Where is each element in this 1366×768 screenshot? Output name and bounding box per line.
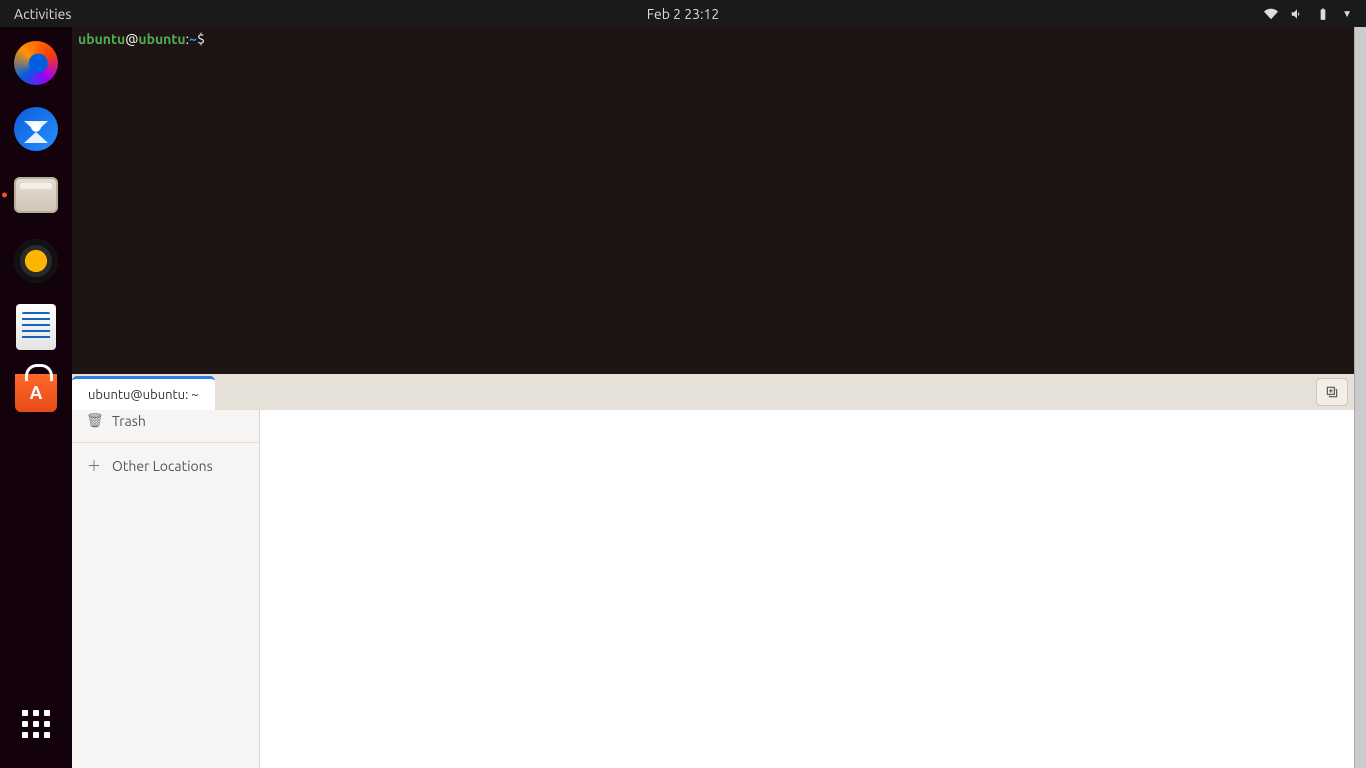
- sidebar-item-other[interactable]: ＋ Other Locations: [72, 447, 259, 485]
- window-scrollbar[interactable]: [1354, 27, 1366, 768]
- wifi-icon: [1264, 7, 1278, 21]
- dock-files[interactable]: [12, 171, 60, 219]
- dock-libreoffice-writer[interactable]: [12, 303, 60, 351]
- dock-ubuntu-software[interactable]: [12, 369, 60, 417]
- terminal-tab-active[interactable]: ubuntu@ubuntu: ~: [72, 376, 215, 410]
- trash-icon: 🗑: [86, 412, 102, 429]
- terminal-tab-label: ubuntu@ubuntu: ~: [88, 388, 199, 402]
- dock-firefox[interactable]: [12, 39, 60, 87]
- prompt-host: ubuntu: [138, 31, 185, 47]
- prompt-cwd: ~: [189, 31, 197, 47]
- activities-button[interactable]: Activities: [0, 6, 85, 22]
- sidebar-item-label: Trash: [112, 413, 146, 429]
- prompt-user: ubuntu: [78, 31, 125, 47]
- terminal-prompt[interactable]: ubuntu@ubuntu:~$: [72, 27, 1354, 52]
- system-tray[interactable]: ▼: [1264, 7, 1366, 21]
- chevron-down-icon: ▼: [1342, 8, 1352, 20]
- terminal-new-tab-button[interactable]: [1316, 378, 1348, 406]
- sidebar-item-label: Other Locations: [112, 458, 213, 474]
- volume-icon: [1290, 7, 1304, 21]
- dock: [0, 27, 72, 768]
- clock[interactable]: Feb 2 23:12: [647, 6, 720, 22]
- dock-show-applications[interactable]: [12, 700, 60, 748]
- terminal-window[interactable]: ubuntu@ubuntu:~$: [72, 27, 1354, 374]
- other-icon: ＋: [86, 456, 102, 476]
- dock-rhythmbox[interactable]: [12, 237, 60, 285]
- terminal-tabbar: ubuntu@ubuntu: ~: [72, 374, 1354, 410]
- battery-icon: [1316, 7, 1330, 21]
- gnome-topbar: Activities Feb 2 23:12 ▼: [0, 0, 1366, 27]
- dock-thunderbird[interactable]: [12, 105, 60, 153]
